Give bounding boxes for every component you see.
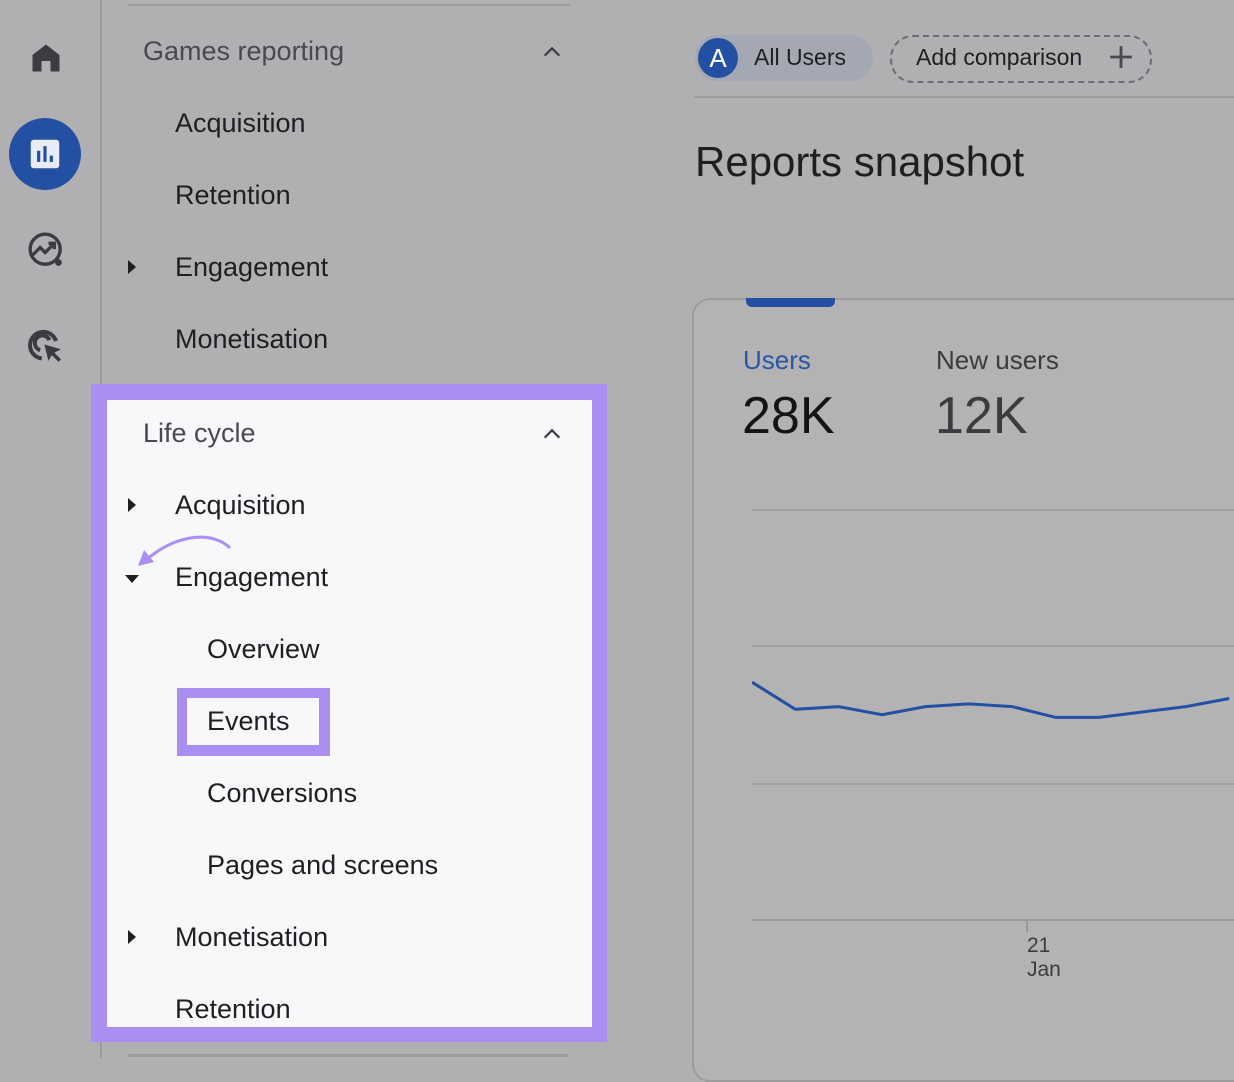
add-comparison-label: Add comparison [916, 44, 1083, 70]
rail-reports-button[interactable] [9, 118, 81, 190]
nav-item-acquisition[interactable]: Acquisition [175, 490, 306, 521]
nav-divider [128, 1054, 568, 1057]
icon-rail [0, 0, 102, 1058]
segment-avatar: A [698, 38, 738, 78]
target-cursor-icon [28, 329, 61, 362]
nav-item-retention[interactable]: Retention [175, 994, 291, 1025]
metric-tab-new-users[interactable]: New users [936, 345, 1059, 376]
rail-advertising-button[interactable] [14, 314, 78, 378]
series-line-users [752, 680, 1230, 719]
bar-chart-icon [30, 139, 60, 169]
users-line-chart: 21 Jan [752, 509, 1234, 981]
nav-item-games-engagement[interactable]: Engagement [175, 252, 328, 283]
nav-item-conversions[interactable]: Conversions [207, 778, 357, 809]
chevron-up-icon[interactable] [541, 41, 563, 63]
rail-home-button[interactable] [14, 26, 78, 90]
rail-explore-button[interactable] [14, 218, 78, 282]
explore-trend-icon [28, 232, 62, 266]
nav-item-overview[interactable]: Overview [207, 634, 320, 665]
nav-divider [128, 4, 570, 6]
x-tick-label-day: 21 [1027, 934, 1050, 957]
plus-icon [1110, 46, 1132, 68]
caret-right-icon[interactable] [128, 930, 136, 944]
active-metric-indicator [746, 298, 835, 307]
nav-item-pages-and-screens[interactable]: Pages and screens [207, 850, 438, 881]
life-cycle-title[interactable]: Life cycle [143, 418, 256, 449]
caret-right-icon[interactable] [128, 498, 136, 512]
metric-tab-users[interactable]: Users [743, 345, 811, 376]
metric-value-new-users: 12K [935, 387, 1028, 445]
nav-item-engagement[interactable]: Engagement [175, 562, 328, 593]
segment-label: All Users [754, 44, 847, 70]
header-divider [694, 96, 1234, 98]
nav-item-games-monetisation[interactable]: Monetisation [175, 324, 328, 355]
home-icon [32, 44, 60, 72]
nav-item-games-retention[interactable]: Retention [175, 180, 291, 211]
nav-item-events[interactable]: Events [207, 706, 290, 737]
nav-item-monetisation[interactable]: Monetisation [175, 922, 328, 953]
caret-right-icon[interactable] [128, 260, 136, 274]
metric-value-users: 28K [742, 387, 835, 445]
games-reporting-title[interactable]: Games reporting [143, 36, 344, 67]
page-title: Reports snapshot [695, 138, 1025, 185]
caret-down-icon[interactable] [125, 575, 139, 583]
chevron-up-icon[interactable] [541, 423, 563, 445]
nav-item-games-acquisition[interactable]: Acquisition [175, 108, 306, 139]
x-tick-label-month: Jan [1027, 958, 1061, 981]
